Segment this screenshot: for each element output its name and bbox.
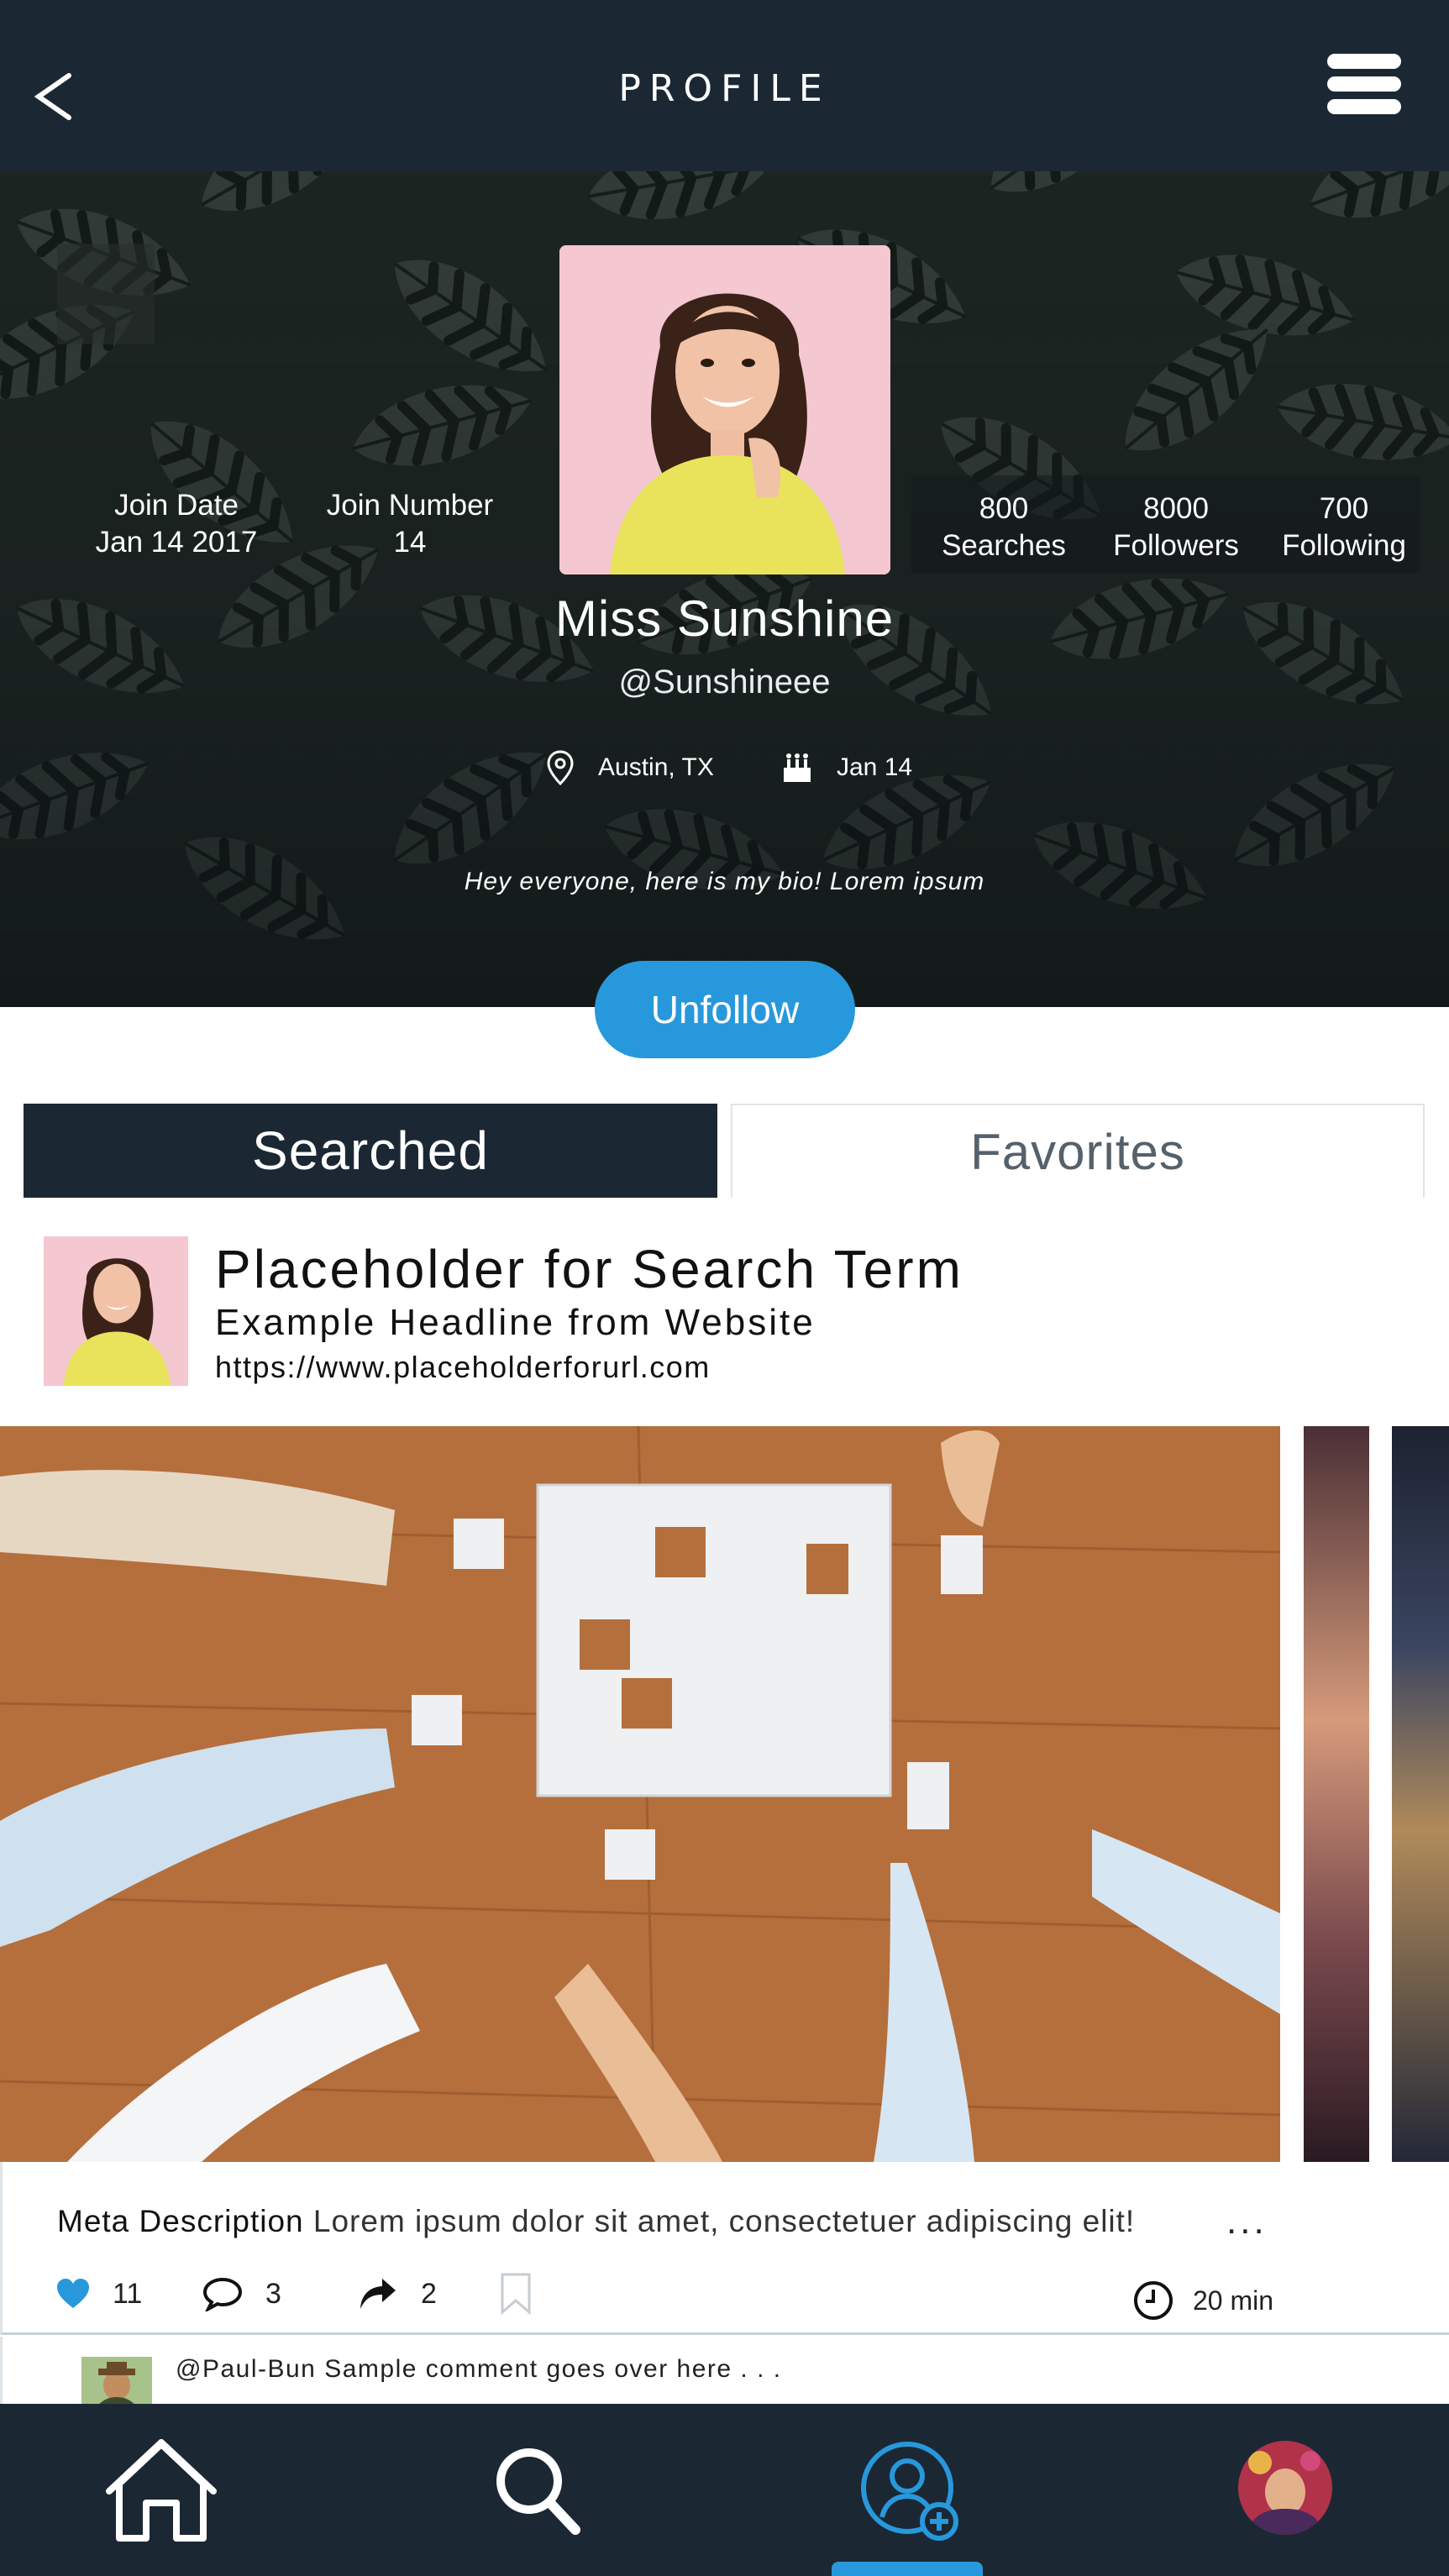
like-button[interactable]: 11 bbox=[55, 2273, 142, 2315]
following-label: Following bbox=[1282, 529, 1406, 562]
join-number-stat: Join Number 14 bbox=[309, 487, 511, 561]
article-image[interactable] bbox=[0, 1426, 1280, 2162]
share-arrow-icon bbox=[360, 2279, 396, 2309]
meta-description: Meta Description Lorem ipsum dolor sit a… bbox=[57, 2204, 1135, 2239]
bookmark-button[interactable] bbox=[499, 2273, 533, 2316]
hamburger-menu-icon bbox=[1327, 54, 1401, 69]
following-stat[interactable]: 700 Following bbox=[1260, 491, 1428, 564]
meta-description-text: Lorem ipsum dolor sit amet, consectetuer… bbox=[312, 2204, 1136, 2238]
nav-profile[interactable] bbox=[823, 2404, 991, 2576]
profile-photo[interactable] bbox=[559, 245, 890, 574]
bookmark-icon bbox=[501, 2273, 531, 2316]
article-url[interactable]: https://www.placeholderforurl.com bbox=[215, 1350, 711, 1385]
comment-count: 3 bbox=[265, 2277, 281, 2310]
card-user-thumbnail[interactable] bbox=[44, 1236, 188, 1386]
join-date-value: Jan 14 2017 bbox=[95, 526, 258, 559]
read-time: 20 min bbox=[1132, 2280, 1273, 2322]
username-handle: @Sunshineee bbox=[618, 664, 831, 700]
followers-count: 8000 bbox=[1143, 492, 1209, 525]
meta-description-label: Meta Description bbox=[57, 2204, 304, 2238]
menu-bar bbox=[1327, 99, 1401, 114]
followers-stat[interactable]: 8000 Followers bbox=[1092, 491, 1260, 564]
home-icon bbox=[106, 2439, 217, 2542]
clock-icon bbox=[1134, 2281, 1173, 2320]
menu-bar bbox=[1327, 76, 1401, 92]
nav-home[interactable] bbox=[77, 2404, 245, 2576]
followers-label: Followers bbox=[1113, 529, 1239, 562]
commenter-illustration bbox=[81, 2357, 152, 2404]
searches-stat[interactable]: 800 Searches bbox=[920, 491, 1088, 564]
puzzle-illustration bbox=[0, 1426, 1280, 2162]
profile-add-icon bbox=[861, 2442, 958, 2541]
comment-text: @Paul-Bun Sample comment goes over here … bbox=[176, 2355, 782, 2383]
display-name: Miss Sunshine bbox=[554, 590, 895, 647]
profile-photo-illustration bbox=[559, 245, 890, 574]
searches-label: Searches bbox=[942, 529, 1066, 562]
carousel-next-image[interactable] bbox=[1304, 1426, 1369, 2162]
searches-count: 800 bbox=[979, 492, 1029, 525]
share-count: 2 bbox=[421, 2277, 437, 2310]
join-date-stat: Join Date Jan 14 2017 bbox=[76, 487, 277, 561]
location-text: Austin, TX bbox=[598, 753, 714, 781]
nav-search[interactable] bbox=[454, 2404, 622, 2576]
thumbnail-illustration bbox=[44, 1236, 188, 1386]
share-button[interactable]: 2 bbox=[357, 2273, 437, 2315]
heart-icon bbox=[57, 2279, 89, 2308]
commenter-avatar[interactable] bbox=[81, 2357, 152, 2404]
search-term[interactable]: Placeholder for Search Term bbox=[215, 1238, 963, 1300]
following-count: 700 bbox=[1319, 492, 1369, 525]
more-options-button[interactable]: ... bbox=[1226, 2201, 1277, 2242]
birthday-text: Jan 14 bbox=[837, 753, 913, 781]
join-number-value: 14 bbox=[393, 526, 427, 559]
speech-bubble-icon bbox=[202, 2277, 243, 2311]
avatar bbox=[1238, 2441, 1332, 2535]
join-date-label: Join Date bbox=[114, 489, 239, 522]
bottom-navigation bbox=[0, 2404, 1449, 2576]
top-bar: PROFILE bbox=[0, 0, 1449, 171]
unfollow-button[interactable]: Unfollow bbox=[595, 961, 855, 1058]
tab-searched[interactable]: Searched bbox=[24, 1104, 717, 1198]
location: Austin, TX bbox=[546, 749, 714, 786]
bio: Hey everyone, here is my bio! Lorem ipsu… bbox=[464, 868, 985, 895]
map-pin-icon bbox=[547, 750, 574, 786]
nav-user-avatar[interactable] bbox=[1201, 2404, 1369, 2576]
like-count: 11 bbox=[113, 2277, 143, 2310]
comment-preview[interactable]: @Paul-Bun Sample comment goes over here … bbox=[0, 2337, 1449, 2404]
decorative-square bbox=[57, 244, 155, 344]
active-tab-indicator bbox=[832, 2562, 983, 2576]
article-headline[interactable]: Example Headline from Website bbox=[215, 1302, 816, 1344]
search-icon bbox=[496, 2448, 580, 2535]
birthday-cake-icon bbox=[784, 753, 811, 782]
comment-button[interactable]: 3 bbox=[202, 2273, 281, 2315]
read-time-text: 20 min bbox=[1193, 2285, 1274, 2316]
menu-button[interactable] bbox=[1327, 54, 1403, 118]
page-title: PROFILE bbox=[618, 67, 831, 110]
birthday: Jan 14 bbox=[781, 749, 912, 786]
join-number-label: Join Number bbox=[326, 489, 494, 522]
carousel-next-image-2[interactable] bbox=[1392, 1426, 1449, 2162]
tab-favorites[interactable]: Favorites bbox=[731, 1104, 1425, 1198]
